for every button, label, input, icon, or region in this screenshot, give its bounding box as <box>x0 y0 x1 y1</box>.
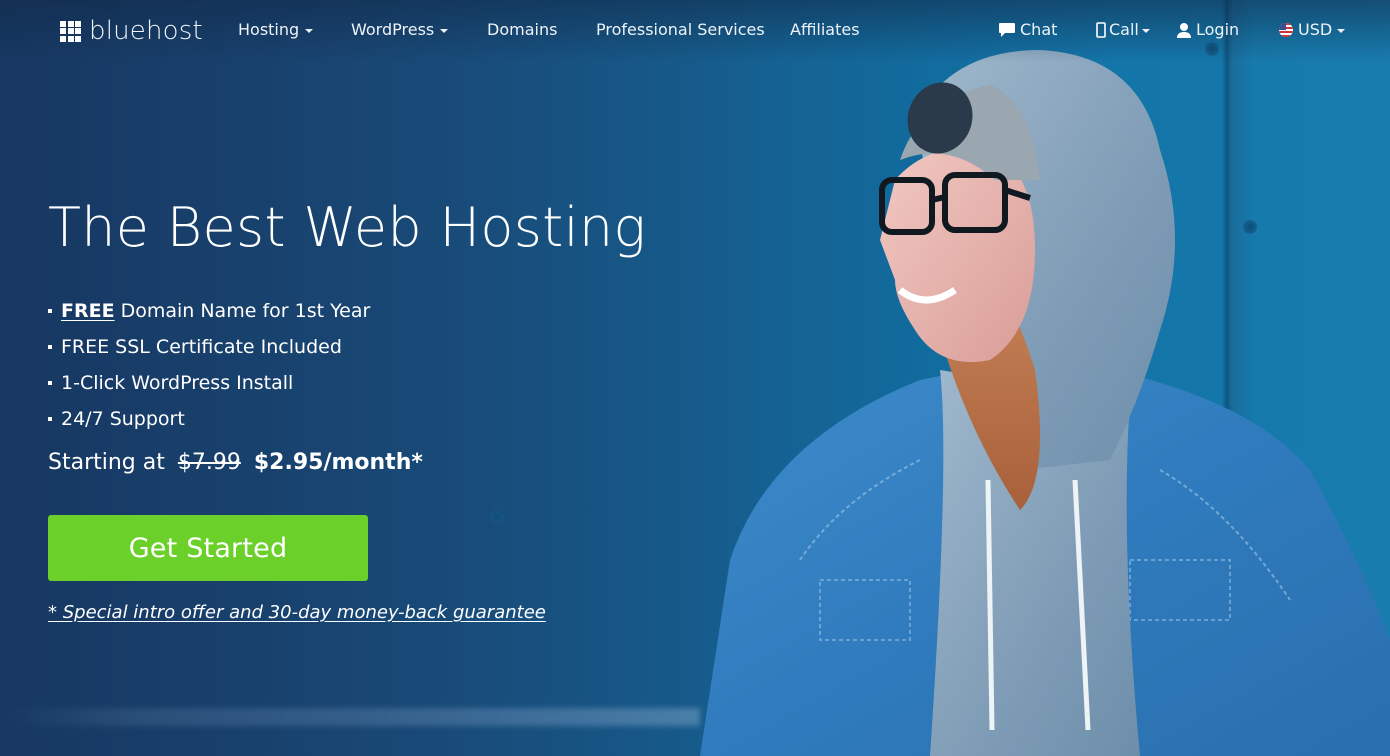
feature-item: FREE Domain Name for 1st Year <box>48 293 370 329</box>
nav-label: Chat <box>1020 20 1058 39</box>
nav-label: Professional Services <box>596 20 765 39</box>
feature-list: FREE Domain Name for 1st Year FREE SSL C… <box>48 293 370 437</box>
nav-label: Affiliates <box>790 20 860 39</box>
bullet-icon <box>48 345 52 349</box>
nav-item-domains[interactable]: Domains <box>487 19 557 41</box>
nav-label: Domains <box>487 20 558 39</box>
nav-item-wordpress[interactable]: WordPress <box>351 19 449 41</box>
caret-down-icon <box>440 29 449 33</box>
chat-bubble-icon <box>999 23 1015 37</box>
hero-photo-woman <box>700 50 1390 756</box>
feature-item: 1-Click WordPress Install <box>48 365 370 401</box>
bullet-icon <box>48 417 52 421</box>
nav-label: Login <box>1196 20 1240 39</box>
feature-item: FREE SSL Certificate Included <box>48 329 370 365</box>
feature-text: 1-Click WordPress Install <box>61 372 294 394</box>
nav-label: Hosting <box>238 20 300 39</box>
caret-down-icon <box>305 29 314 33</box>
caret-down-icon <box>1141 29 1150 33</box>
bullet-icon <box>48 309 52 313</box>
nav-item-chat[interactable]: Chat <box>998 19 1057 41</box>
us-flag-icon <box>1279 23 1293 37</box>
price-new: $2.95/month* <box>253 450 423 475</box>
feature-text: Domain Name for 1st Year <box>120 300 371 322</box>
logo-text: bluehost <box>89 16 203 46</box>
hero-section: bluehost Hosting WordPress Domains Profe… <box>0 0 1390 756</box>
feature-text: 24/7 Support <box>61 408 185 430</box>
nav-item-currency[interactable]: USD <box>1279 19 1346 41</box>
feature-highlight: FREE <box>61 300 115 322</box>
nav-item-login[interactable]: Login <box>1176 19 1239 41</box>
price-old: $7.99 <box>177 450 241 475</box>
user-icon <box>1177 23 1191 38</box>
caret-down-icon <box>1337 29 1346 33</box>
get-started-button[interactable]: Get Started <box>48 515 368 581</box>
price-prefix: Starting at <box>48 450 165 475</box>
nav-label: USD <box>1298 20 1333 39</box>
nav-item-professional-services[interactable]: Professional Services <box>596 19 765 41</box>
feature-item: 24/7 Support <box>48 401 370 437</box>
bullet-icon <box>48 381 52 385</box>
bluehost-logo[interactable]: bluehost <box>60 17 203 45</box>
grid-3x3-icon <box>60 20 81 42</box>
phone-icon <box>1096 22 1106 38</box>
nav-label: Call <box>1109 20 1139 39</box>
nav-item-call[interactable]: Call <box>1096 19 1150 41</box>
offer-terms-link[interactable]: * Special intro offer and 30-day money-b… <box>48 602 546 623</box>
top-navigation: bluehost Hosting WordPress Domains Profe… <box>0 0 1390 62</box>
hero-title: The Best Web Hosting <box>48 196 647 259</box>
nav-item-hosting[interactable]: Hosting <box>238 19 314 41</box>
nav-item-affiliates[interactable]: Affiliates <box>790 19 860 41</box>
feature-text: FREE SSL Certificate Included <box>61 336 342 358</box>
price-line: Starting at $7.99 $2.95/month* <box>48 447 423 479</box>
nav-label: WordPress <box>351 20 435 39</box>
